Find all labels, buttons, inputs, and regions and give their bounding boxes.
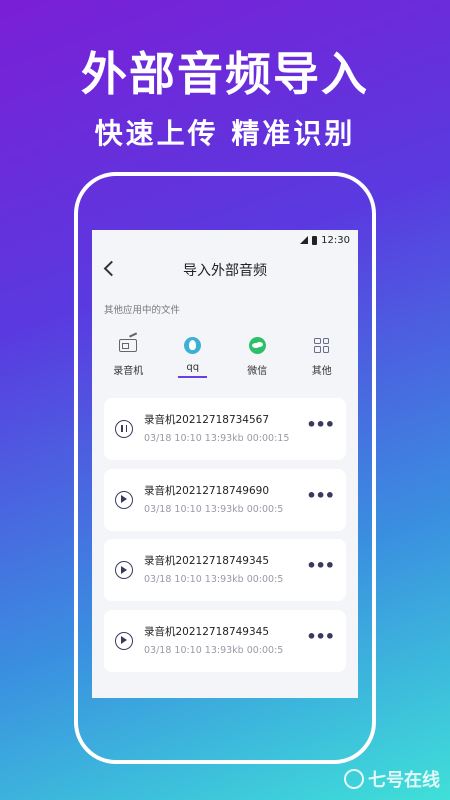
file-meta: 03/18 10:10 13:93kb 00:00:5 — [144, 574, 284, 585]
list-item[interactable]: 录音机20212718734567 03/18 10:10 13:93kb 00… — [104, 398, 346, 460]
app-source-tabs: 录音机 qq 微信 其他 — [92, 316, 358, 380]
tab-qq[interactable]: qq — [163, 334, 223, 380]
radio-icon — [117, 334, 139, 356]
section-label: 其他应用中的文件 — [104, 305, 181, 316]
play-icon[interactable] — [115, 490, 133, 509]
pause-icon[interactable] — [115, 420, 133, 438]
file-meta: 03/18 10:10 13:93kb 00:00:5 — [144, 644, 284, 656]
wechat-icon — [246, 334, 268, 356]
phone-screen: 12:30 导入外部音频 其他应用中的文件 录音机 qq 微信 其他 录音机20… — [92, 230, 358, 698]
watermark-text: 七号在线 — [368, 770, 440, 791]
play-icon[interactable] — [115, 561, 133, 579]
tab-recorder[interactable]: 录音机 — [98, 334, 158, 380]
tab-label: 微信 — [247, 366, 268, 377]
file-name: 录音机20212718749345 — [144, 625, 270, 638]
tab-other[interactable]: 其他 — [292, 334, 352, 380]
file-meta: 03/18 10:10 13:93kb 00:00:5 — [144, 503, 284, 515]
page-title: 导入外部音频 — [183, 263, 267, 279]
more-icon[interactable]: ••• — [306, 558, 335, 574]
file-name: 录音机20212718734567 — [144, 414, 270, 426]
title-bar: 导入外部音频 — [92, 250, 358, 290]
list-item[interactable]: 录音机20212718749690 03/18 10:10 13:93kb 00… — [104, 468, 346, 531]
more-icon[interactable]: ••• — [306, 487, 335, 503]
status-time: 12:30 — [321, 234, 350, 246]
tab-label: qq — [178, 362, 208, 378]
file-name: 录音机20212718749690 — [144, 484, 270, 497]
tab-label: 录音机 — [113, 366, 144, 377]
grid-icon — [311, 334, 333, 356]
file-list: 录音机20212718734567 03/18 10:10 13:93kb 00… — [92, 380, 358, 672]
qq-icon — [182, 334, 204, 356]
tab-wechat[interactable]: 微信 — [227, 334, 287, 380]
more-icon[interactable]: ••• — [306, 628, 335, 644]
watermark-logo-icon — [344, 769, 364, 789]
more-icon[interactable]: ••• — [306, 417, 335, 433]
status-bar: 12:30 — [92, 230, 358, 250]
promo-subline: 快速上传 精准识别 — [94, 117, 356, 150]
list-item[interactable]: 录音机20212718749345 03/18 10:10 13:93kb 00… — [104, 609, 346, 672]
file-meta: 03/18 10:10 13:93kb 00:00:15 — [144, 433, 290, 444]
back-icon[interactable] — [103, 260, 120, 277]
watermark: 七号在线 — [344, 766, 440, 792]
signal-icon — [300, 236, 309, 244]
tab-label: 其他 — [311, 366, 332, 377]
play-icon[interactable] — [115, 631, 133, 650]
promo-headline: 外部音频导入 — [81, 47, 369, 101]
battery-icon — [312, 235, 318, 245]
file-name: 录音机20212718749345 — [144, 555, 270, 567]
list-item[interactable]: 录音机20212718749345 03/18 10:10 13:93kb 00… — [104, 539, 346, 601]
